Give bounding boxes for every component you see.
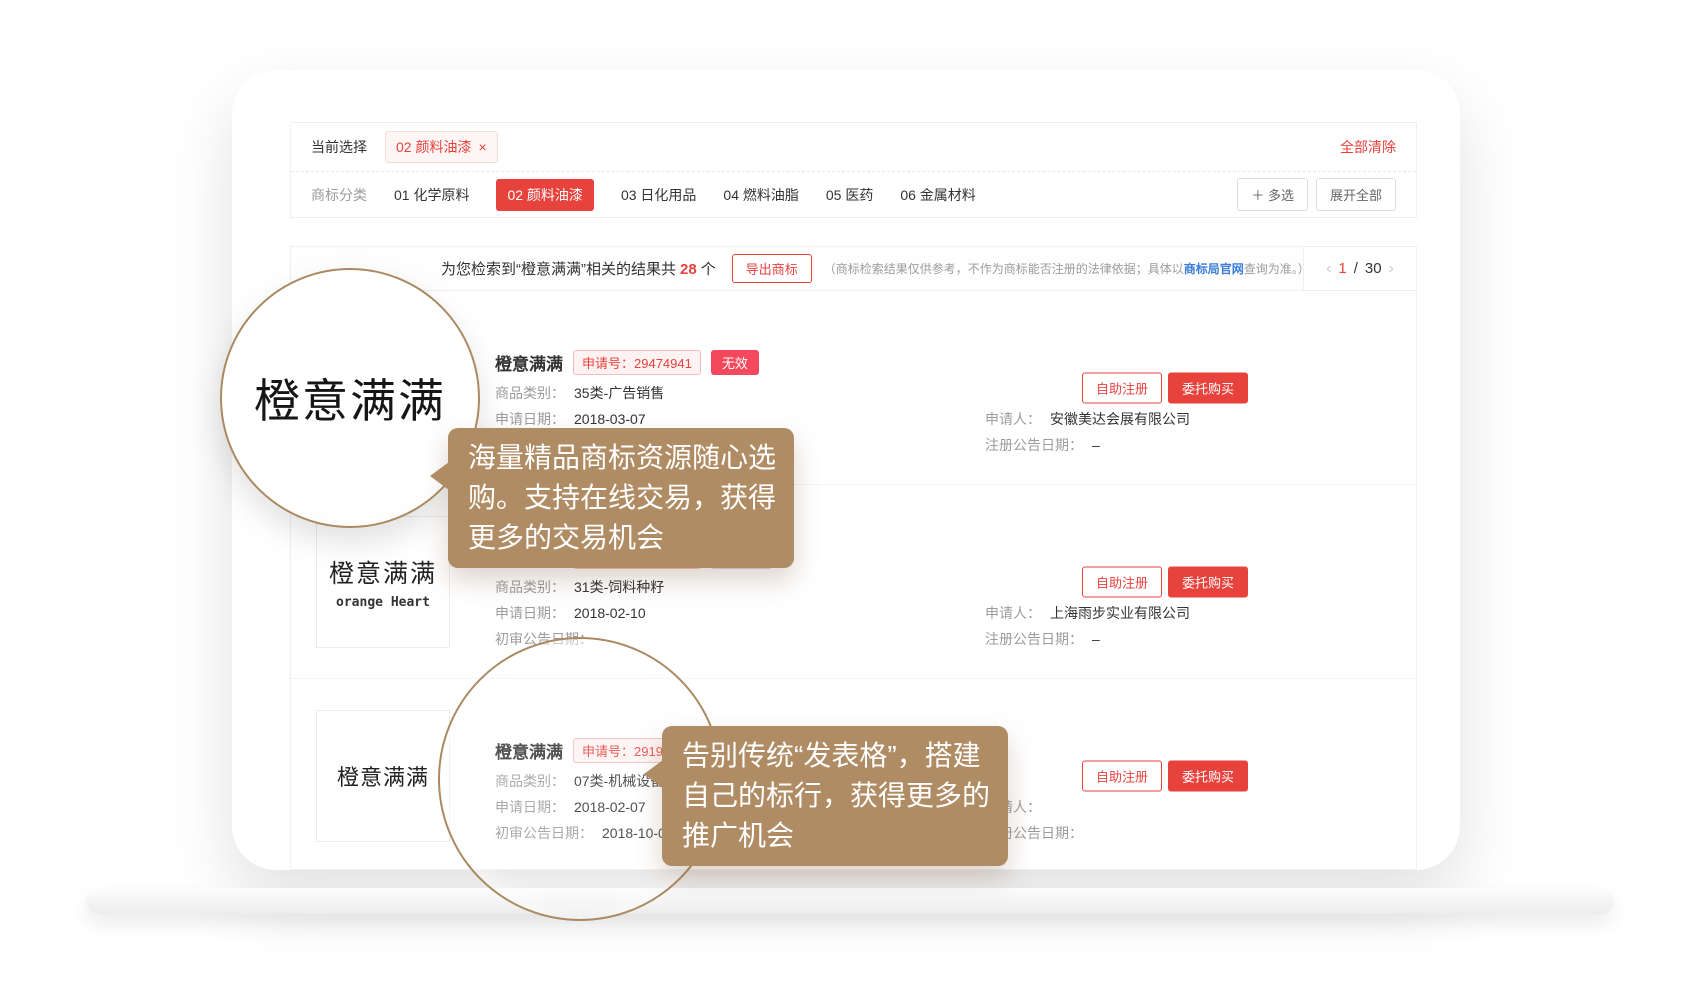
prev-page-icon[interactable]: ‹ <box>1326 260 1331 278</box>
category-tab-01[interactable]: 01 化学原料 <box>394 185 469 205</box>
callout-bubble-trade: 海量精品商标资源随心选 购。支持在线交易，获得 更多的交易机会 <box>448 428 794 568</box>
trademark-name: 橙意满满 <box>495 350 563 375</box>
row-actions: 自助注册 委托购买 <box>1082 760 1248 791</box>
page: 当前选择 02 颜料油漆 × 全部清除 商标分类 01 化学原料 02 颜料油漆… <box>0 0 1696 1002</box>
category-row-label: 商标分类 <box>311 185 367 205</box>
callout-line: 推广机会 <box>682 816 988 856</box>
pagination: ‹ 1 / 30 › <box>1303 247 1416 290</box>
callout-line: 告别传统“发表格”，搭建 <box>682 736 988 776</box>
trademark-image-text: 橙意满满 <box>329 554 437 590</box>
results-summary: 为您检索到“橙意满满”相关的结果共28个 <box>441 258 716 279</box>
current-selection-label: 当前选择 <box>311 137 367 157</box>
registration-value: – <box>1092 631 1100 647</box>
apply-date-value: 2018-03-07 <box>574 411 646 427</box>
self-register-button[interactable]: 自助注册 <box>1082 372 1162 403</box>
close-icon[interactable]: × <box>478 140 486 154</box>
application-no-label: 申请号： <box>582 356 634 371</box>
trademark-image: 橙意满满 <box>316 710 450 842</box>
category-tab-03[interactable]: 03 日化用品 <box>621 185 696 205</box>
category-label: 商品类别： <box>495 385 565 401</box>
results-count: 28 <box>680 261 697 278</box>
summary-suffix: 个 <box>701 261 716 278</box>
next-page-icon[interactable]: › <box>1389 260 1394 278</box>
current-selection-row: 当前选择 02 颜料油漆 × 全部清除 <box>291 123 1416 171</box>
multi-select-button[interactable]: ＋ 多选 <box>1237 178 1308 211</box>
apply-date-label: 申请日期： <box>495 605 565 621</box>
clear-all-link[interactable]: 全部清除 <box>1340 137 1396 157</box>
status-badge: 无效 <box>711 350 759 375</box>
export-trademark-button[interactable]: 导出商标 <box>732 254 812 283</box>
category-tab-04[interactable]: 04 燃料油脂 <box>723 185 798 205</box>
disclaimer-pre: （商标检索结果仅供参考，不作为商标能否注册的法律依据；具体以 <box>824 262 1184 276</box>
disclaimer-post: 查询为准。） <box>1244 262 1310 276</box>
entrust-purchase-button[interactable]: 委托购买 <box>1168 566 1248 597</box>
self-register-button[interactable]: 自助注册 <box>1082 760 1162 791</box>
selected-filter-chip-label: 02 颜料油漆 <box>396 137 471 157</box>
expand-all-button[interactable]: 展开全部 <box>1316 178 1396 211</box>
current-page: 1 <box>1338 260 1346 277</box>
application-no-chip: 申请号：29474941 <box>573 350 701 375</box>
results-header: 为您检索到“橙意满满”相关的结果共28个 导出商标 （商标检索结果仅供参考，不作… <box>291 247 1416 291</box>
application-no-value: 29474941 <box>634 356 692 371</box>
applicant-value: 上海雨步实业有限公司 <box>1050 605 1190 621</box>
callout-line: 购。支持在线交易，获得 <box>468 478 774 518</box>
callout-line: 更多的交易机会 <box>468 518 774 558</box>
self-register-button[interactable]: 自助注册 <box>1082 566 1162 597</box>
selected-filter-chip[interactable]: 02 颜料油漆 × <box>385 131 498 163</box>
total-pages: 30 <box>1365 260 1382 277</box>
category-value: 31类-饲料种籽 <box>574 579 664 595</box>
trademark-image: 橙意满满 orange Heart <box>316 516 450 648</box>
applicant-label: 申请人： <box>985 411 1041 427</box>
registration-value: – <box>1092 437 1100 453</box>
category-label: 商品类别： <box>495 579 565 595</box>
category-tab-06[interactable]: 06 金属材料 <box>900 185 975 205</box>
trademark-office-link[interactable]: 商标局官网 <box>1184 262 1244 276</box>
trademark-image-subtext: orange Heart <box>336 595 430 610</box>
category-tab-05[interactable]: 05 医药 <box>826 185 873 205</box>
callout-bubble-promo: 告别传统“发表格”，搭建 自己的标行，获得更多的 推广机会 <box>662 726 1008 866</box>
registration-label: 注册公告日期： <box>985 631 1083 647</box>
trademark-image-text: 橙意满满 <box>337 760 429 792</box>
callout-line: 自己的标行，获得更多的 <box>682 776 988 816</box>
apply-date-label: 申请日期： <box>495 411 565 427</box>
callout-line: 海量精品商标资源随心选 <box>468 438 774 478</box>
entrust-purchase-button[interactable]: 委托购买 <box>1168 760 1248 791</box>
applicant-label: 申请人： <box>985 605 1041 621</box>
category-actions: ＋ 多选 展开全部 <box>1237 178 1396 211</box>
applicant-value: 安徽美达会展有限公司 <box>1050 411 1190 427</box>
registration-label: 注册公告日期： <box>985 437 1083 453</box>
row-actions: 自助注册 委托购买 <box>1082 372 1248 403</box>
filter-panel: 当前选择 02 颜料油漆 × 全部清除 商标分类 01 化学原料 02 颜料油漆… <box>290 122 1417 218</box>
category-tab-02-selected[interactable]: 02 颜料油漆 <box>496 179 593 211</box>
category-value: 35类-广告销售 <box>574 385 664 401</box>
entrust-purchase-button[interactable]: 委托购买 <box>1168 372 1248 403</box>
summary-prefix: 为您检索到“橙意满满”相关的结果共 <box>441 261 676 278</box>
category-row: 商标分类 01 化学原料 02 颜料油漆 03 日化用品 04 燃料油脂 05 … <box>291 172 1416 217</box>
row-actions: 自助注册 委托购买 <box>1082 566 1248 597</box>
magnified-trademark-text: 橙意满满 <box>254 365 446 431</box>
laptop-base-bar <box>86 888 1614 914</box>
apply-date-value: 2018-02-10 <box>574 605 646 621</box>
page-separator: / <box>1354 260 1358 277</box>
